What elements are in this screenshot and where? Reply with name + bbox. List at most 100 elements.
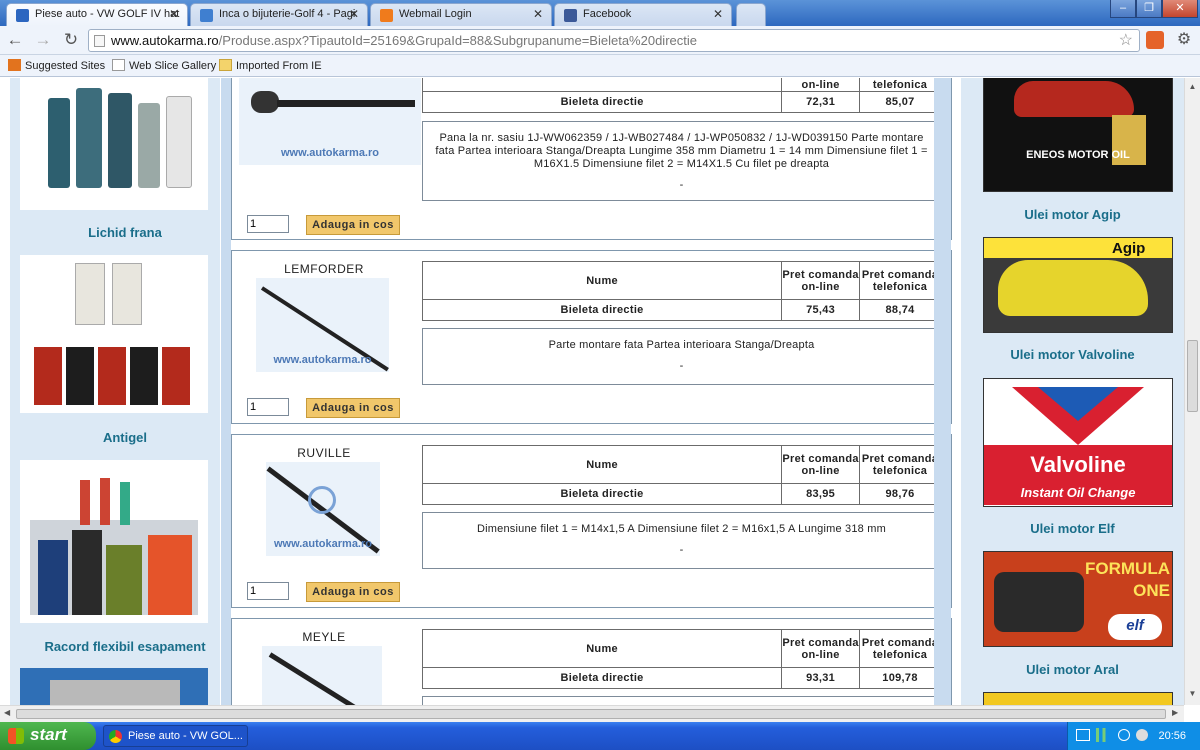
vertical-scrollbar[interactable]: ▲ ▼ <box>1184 78 1200 705</box>
banner-text: ENEOS MOTOR OIL <box>1026 149 1130 161</box>
elf-formula-one-banner-image[interactable]: FORMULA ONE elf <box>983 551 1173 647</box>
left-item-title[interactable]: Antigel <box>10 430 240 445</box>
price-online: 93,31 <box>781 667 861 689</box>
forum-favicon-icon <box>200 9 213 22</box>
col-price-online-header: Pret comanda on-line <box>781 445 861 484</box>
automotive-products-image[interactable] <box>20 460 208 623</box>
price-table: Nume Pret comanda on-line Pret comanda t… <box>421 629 941 689</box>
col-name-header: Nume <box>421 629 783 668</box>
right-item-title[interactable]: Ulei motor Elf <box>961 521 1184 536</box>
add-to-cart-button[interactable]: Adauga in cos <box>306 582 400 602</box>
add-to-cart-button[interactable]: Adauga in cos <box>306 398 400 418</box>
right-border-strip <box>934 78 951 705</box>
exhaust-pipe-image[interactable] <box>20 668 208 705</box>
bookmark-star-icon[interactable]: ☆ <box>1119 30 1133 51</box>
scroll-down-icon[interactable]: ▼ <box>1187 689 1198 700</box>
bookmarks-bar: Suggested Sites Web Slice Gallery Import… <box>0 55 1200 77</box>
start-button[interactable]: start <box>0 722 96 750</box>
product-card: www.autokarma.ro on-line telefonica Biel… <box>231 78 952 240</box>
reload-icon[interactable]: ↻ <box>60 30 82 52</box>
agip-oil-banner-image[interactable]: Agip <box>983 237 1173 333</box>
security-icon[interactable] <box>1136 729 1148 741</box>
product-name: Bieleta directie <box>421 299 783 321</box>
product-brand: RUVILLE <box>297 446 351 460</box>
col-price-online-header: Pret comanda on-line <box>781 629 861 668</box>
back-arrow-icon[interactable]: ← <box>4 30 26 52</box>
eneos-oil-banner-image[interactable]: ENEOS MOTOR OIL <box>983 78 1173 192</box>
description-text: Parte montare fata Partea interioara Sta… <box>548 339 815 351</box>
bookmark-suggested-sites[interactable]: Suggested Sites <box>8 59 105 72</box>
start-label: start <box>30 725 67 744</box>
product-image[interactable]: www.autokarma.ro <box>256 278 389 372</box>
page-viewport: Lichid frana Antigel Racord flexibil esa… <box>0 78 1184 705</box>
col-price-phone-header: telefonica <box>859 78 941 92</box>
aral-banner-image[interactable] <box>983 692 1173 705</box>
clock[interactable]: 20:56 <box>1158 730 1186 742</box>
new-tab-button[interactable] <box>736 3 766 26</box>
close-tab-icon[interactable]: ✕ <box>713 7 723 21</box>
bookmark-label: Imported From IE <box>236 60 322 72</box>
signal-icon[interactable] <box>1096 728 1112 742</box>
bookmark-web-slice-gallery[interactable]: Web Slice Gallery <box>112 59 216 72</box>
banner-subtext: Instant Oil Change <box>984 485 1172 505</box>
close-tab-icon[interactable]: ✕ <box>533 7 543 21</box>
close-tab-icon[interactable]: ✕ <box>349 7 359 21</box>
product-image[interactable]: www.autokarma.ro <box>266 462 380 556</box>
quantity-input[interactable]: 1 <box>247 215 289 233</box>
maximize-button[interactable]: ❐ <box>1136 0 1162 18</box>
quantity-input[interactable]: 1 <box>247 582 289 600</box>
tab-webmail-login[interactable]: Webmail Login ✕ <box>370 3 552 26</box>
horizontal-scrollbar[interactable]: ◀ ▶ <box>0 705 1184 722</box>
product-image[interactable]: www.autokarma.ro <box>239 78 421 165</box>
valvoline-banner-image[interactable]: Valvoline Instant Oil Change <box>983 378 1173 507</box>
oil-bottles-image[interactable] <box>20 78 208 210</box>
right-item-title[interactable]: Ulei motor Agip <box>961 207 1184 222</box>
product-description: Parte montare fata Partea interioara Sta… <box>422 328 941 385</box>
add-to-cart-button[interactable]: Adauga in cos <box>306 215 400 235</box>
volume-icon[interactable] <box>1118 729 1130 741</box>
col-price-phone-header: Pret comanda telefonica <box>859 261 941 300</box>
scroll-left-icon[interactable]: ◀ <box>4 708 10 717</box>
taskbar-chrome-window[interactable]: Piese auto - VW GOL... <box>103 725 248 747</box>
bookmark-imported-from-ie[interactable]: Imported From IE <box>219 59 322 72</box>
tab-inca-o-bijuterie[interactable]: Inca o bijuterie-Golf 4 - Pagi ✕ <box>190 3 368 26</box>
scroll-thumb[interactable] <box>16 709 1166 719</box>
right-item-title[interactable]: Ulei motor Aral <box>961 662 1184 677</box>
image-watermark: www.autokarma.ro <box>273 538 372 550</box>
tab-label: Piese auto - VW GOLF IV hat <box>35 8 180 20</box>
col-price-online-header: on-line <box>781 78 861 92</box>
cpanel-favicon-icon <box>380 9 393 22</box>
close-window-button[interactable]: ✕ <box>1162 0 1198 18</box>
description-text: Dimensiune filet 1 = M14x1,5 A Dimensiun… <box>477 523 886 535</box>
tab-piese-auto[interactable]: Piese auto - VW GOLF IV hat ✕ <box>6 3 188 26</box>
price-phone: 85,07 <box>859 91 941 113</box>
url-host: www.autokarma.ro <box>111 33 219 48</box>
product-card: LEMFORDER www.autokarma.ro Nume Pret com… <box>231 250 952 424</box>
description-dash: - <box>679 179 684 191</box>
url-path: /Produse.aspx?TipautoId=25169&GrupaId=88… <box>218 33 697 48</box>
col-name-header: Nume <box>421 445 783 484</box>
wrench-menu-icon[interactable]: ⚙ <box>1174 29 1194 51</box>
product-name: Bieleta directie <box>421 667 783 689</box>
right-item-title[interactable]: Ulei motor Valvoline <box>961 347 1184 362</box>
scroll-thumb[interactable] <box>1187 340 1198 412</box>
minimize-button[interactable]: – <box>1110 0 1136 18</box>
windows-taskbar: start Piese auto - VW GOL... 20:56 <box>0 722 1200 750</box>
left-item-title[interactable]: Lichid frana <box>10 225 240 240</box>
scroll-right-icon[interactable]: ▶ <box>1172 708 1178 717</box>
price-online: 83,95 <box>781 483 861 505</box>
quantity-input[interactable]: 1 <box>247 398 289 416</box>
left-item-title[interactable]: Racord flexibil esapament <box>10 639 240 654</box>
scroll-up-icon[interactable]: ▲ <box>1187 82 1198 93</box>
network-icon[interactable] <box>1076 729 1090 741</box>
product-image[interactable] <box>262 646 382 705</box>
close-tab-icon[interactable]: ✕ <box>169 7 179 21</box>
forward-arrow-icon[interactable]: → <box>32 30 54 52</box>
tab-facebook[interactable]: Facebook ✕ <box>554 3 732 26</box>
product-name: Bieleta directie <box>421 91 783 113</box>
banner-subtext: elf <box>1108 614 1162 640</box>
coolant-bottles-image[interactable] <box>20 255 208 413</box>
image-watermark: www.autokarma.ro <box>273 354 372 366</box>
extension-icon[interactable] <box>1146 31 1164 49</box>
address-bar[interactable]: www.autokarma.ro/Produse.aspx?TipautoId=… <box>88 29 1140 52</box>
